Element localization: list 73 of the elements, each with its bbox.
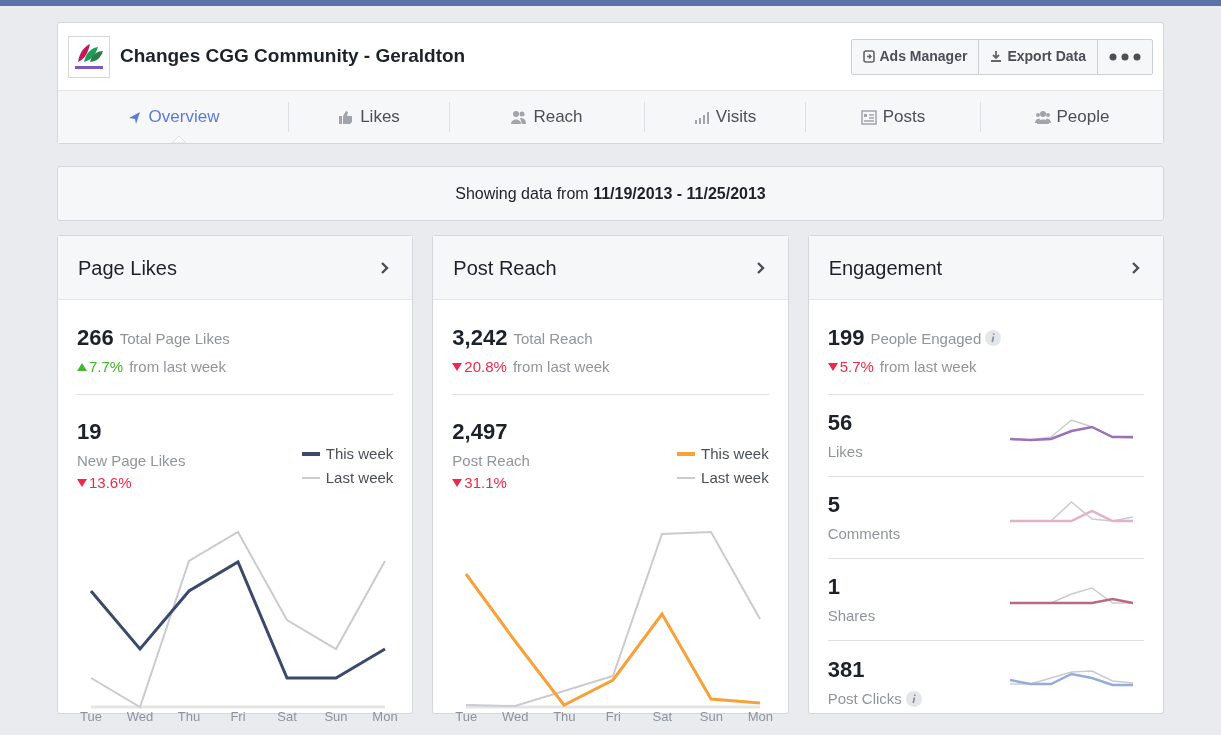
date-range-text: Showing data from 11/19/2013 - 11/25/2013 — [455, 183, 766, 204]
trend-value: 7.7% — [89, 357, 124, 377]
bar-chart-icon — [693, 109, 710, 125]
card-title: Engagement — [828, 255, 943, 281]
day-label: Mon — [371, 707, 399, 726]
metric-label: Likes — [827, 442, 863, 463]
metric-value: 1 — [827, 573, 841, 602]
day-label: Wed — [501, 707, 530, 726]
metric-value: 381 — [827, 655, 866, 684]
detail-value: 19 — [77, 417, 103, 446]
chevron-right-icon — [1131, 260, 1141, 275]
total-value: 266 — [77, 324, 114, 352]
total-label: Total Reach — [513, 329, 593, 350]
day-label: Thu — [176, 707, 202, 726]
chevron-right-icon — [380, 260, 391, 275]
detail-label: Post Reach — [452, 450, 530, 471]
legend-label: Last week — [701, 468, 769, 488]
detail-label: New Page Likes — [77, 450, 186, 471]
total-value: 199 — [827, 324, 865, 352]
metric-label: Post Clicks — [827, 688, 902, 709]
export-icon — [862, 50, 875, 63]
tab[interactable]: Overview — [126, 102, 220, 132]
day-label: Thu — [552, 707, 577, 726]
trend-value: 13.6% — [89, 473, 132, 493]
page-title: Changes CGG Community - Geraldton — [120, 44, 466, 69]
day-label: Fri — [229, 707, 247, 726]
ads-manager-button[interactable]: Ads Manager — [851, 39, 979, 74]
day-label: Wed — [125, 707, 155, 726]
tab[interactable]: Posts — [860, 102, 926, 132]
day-label: Sat — [276, 707, 298, 726]
more-icon — [1109, 52, 1141, 61]
card-title: Post Reach — [453, 255, 557, 281]
chevron-right-icon — [755, 260, 766, 275]
triangle-down-icon — [452, 363, 463, 372]
total-label: People Engaged — [870, 329, 982, 350]
triangle-down-icon — [77, 479, 87, 488]
day-label: Fri — [604, 707, 622, 726]
trend-text: from last week — [879, 357, 977, 377]
triangle-down-icon — [452, 479, 463, 488]
export-data-button[interactable]: Export Data — [978, 39, 1097, 74]
triangle-down-icon — [827, 363, 838, 372]
triangle-up-icon — [77, 363, 87, 372]
card-title: Page Likes — [78, 255, 177, 281]
day-label: Sun — [323, 707, 349, 726]
trend-value: 20.8% — [464, 357, 507, 377]
tab[interactable]: Visits — [693, 102, 757, 132]
day-label: Tue — [454, 707, 479, 726]
trend-value: 5.7% — [839, 357, 874, 377]
legend-label: Last week — [325, 468, 394, 488]
download-icon — [990, 50, 1003, 63]
tab[interactable]: Likes — [338, 102, 400, 132]
metric-label: Comments — [827, 524, 901, 545]
group-icon — [1034, 109, 1051, 125]
list-icon — [860, 109, 877, 125]
day-label: Mon — [746, 707, 774, 726]
legend-label: This week — [325, 443, 394, 464]
tab[interactable]: People — [1034, 102, 1110, 132]
day-label: Tue — [79, 707, 103, 726]
trend-text: from last week — [512, 357, 610, 377]
trend-text: from last week — [129, 357, 226, 377]
metric-value: 56 — [827, 409, 854, 438]
metric-value: 5 — [827, 491, 841, 520]
people-icon — [511, 109, 528, 125]
trend-value: 31.1% — [464, 473, 507, 493]
total-label: Total Page Likes — [119, 329, 230, 350]
day-label: Sat — [651, 707, 674, 726]
day-label: Sun — [698, 707, 724, 726]
detail-value: 2,497 — [452, 417, 509, 446]
metric-label: Shares — [827, 606, 876, 627]
legend-label: This week — [701, 443, 769, 464]
thumbs-up-icon — [338, 109, 355, 125]
total-value: 3,242 — [452, 324, 508, 352]
tab[interactable]: Reach — [511, 102, 583, 132]
